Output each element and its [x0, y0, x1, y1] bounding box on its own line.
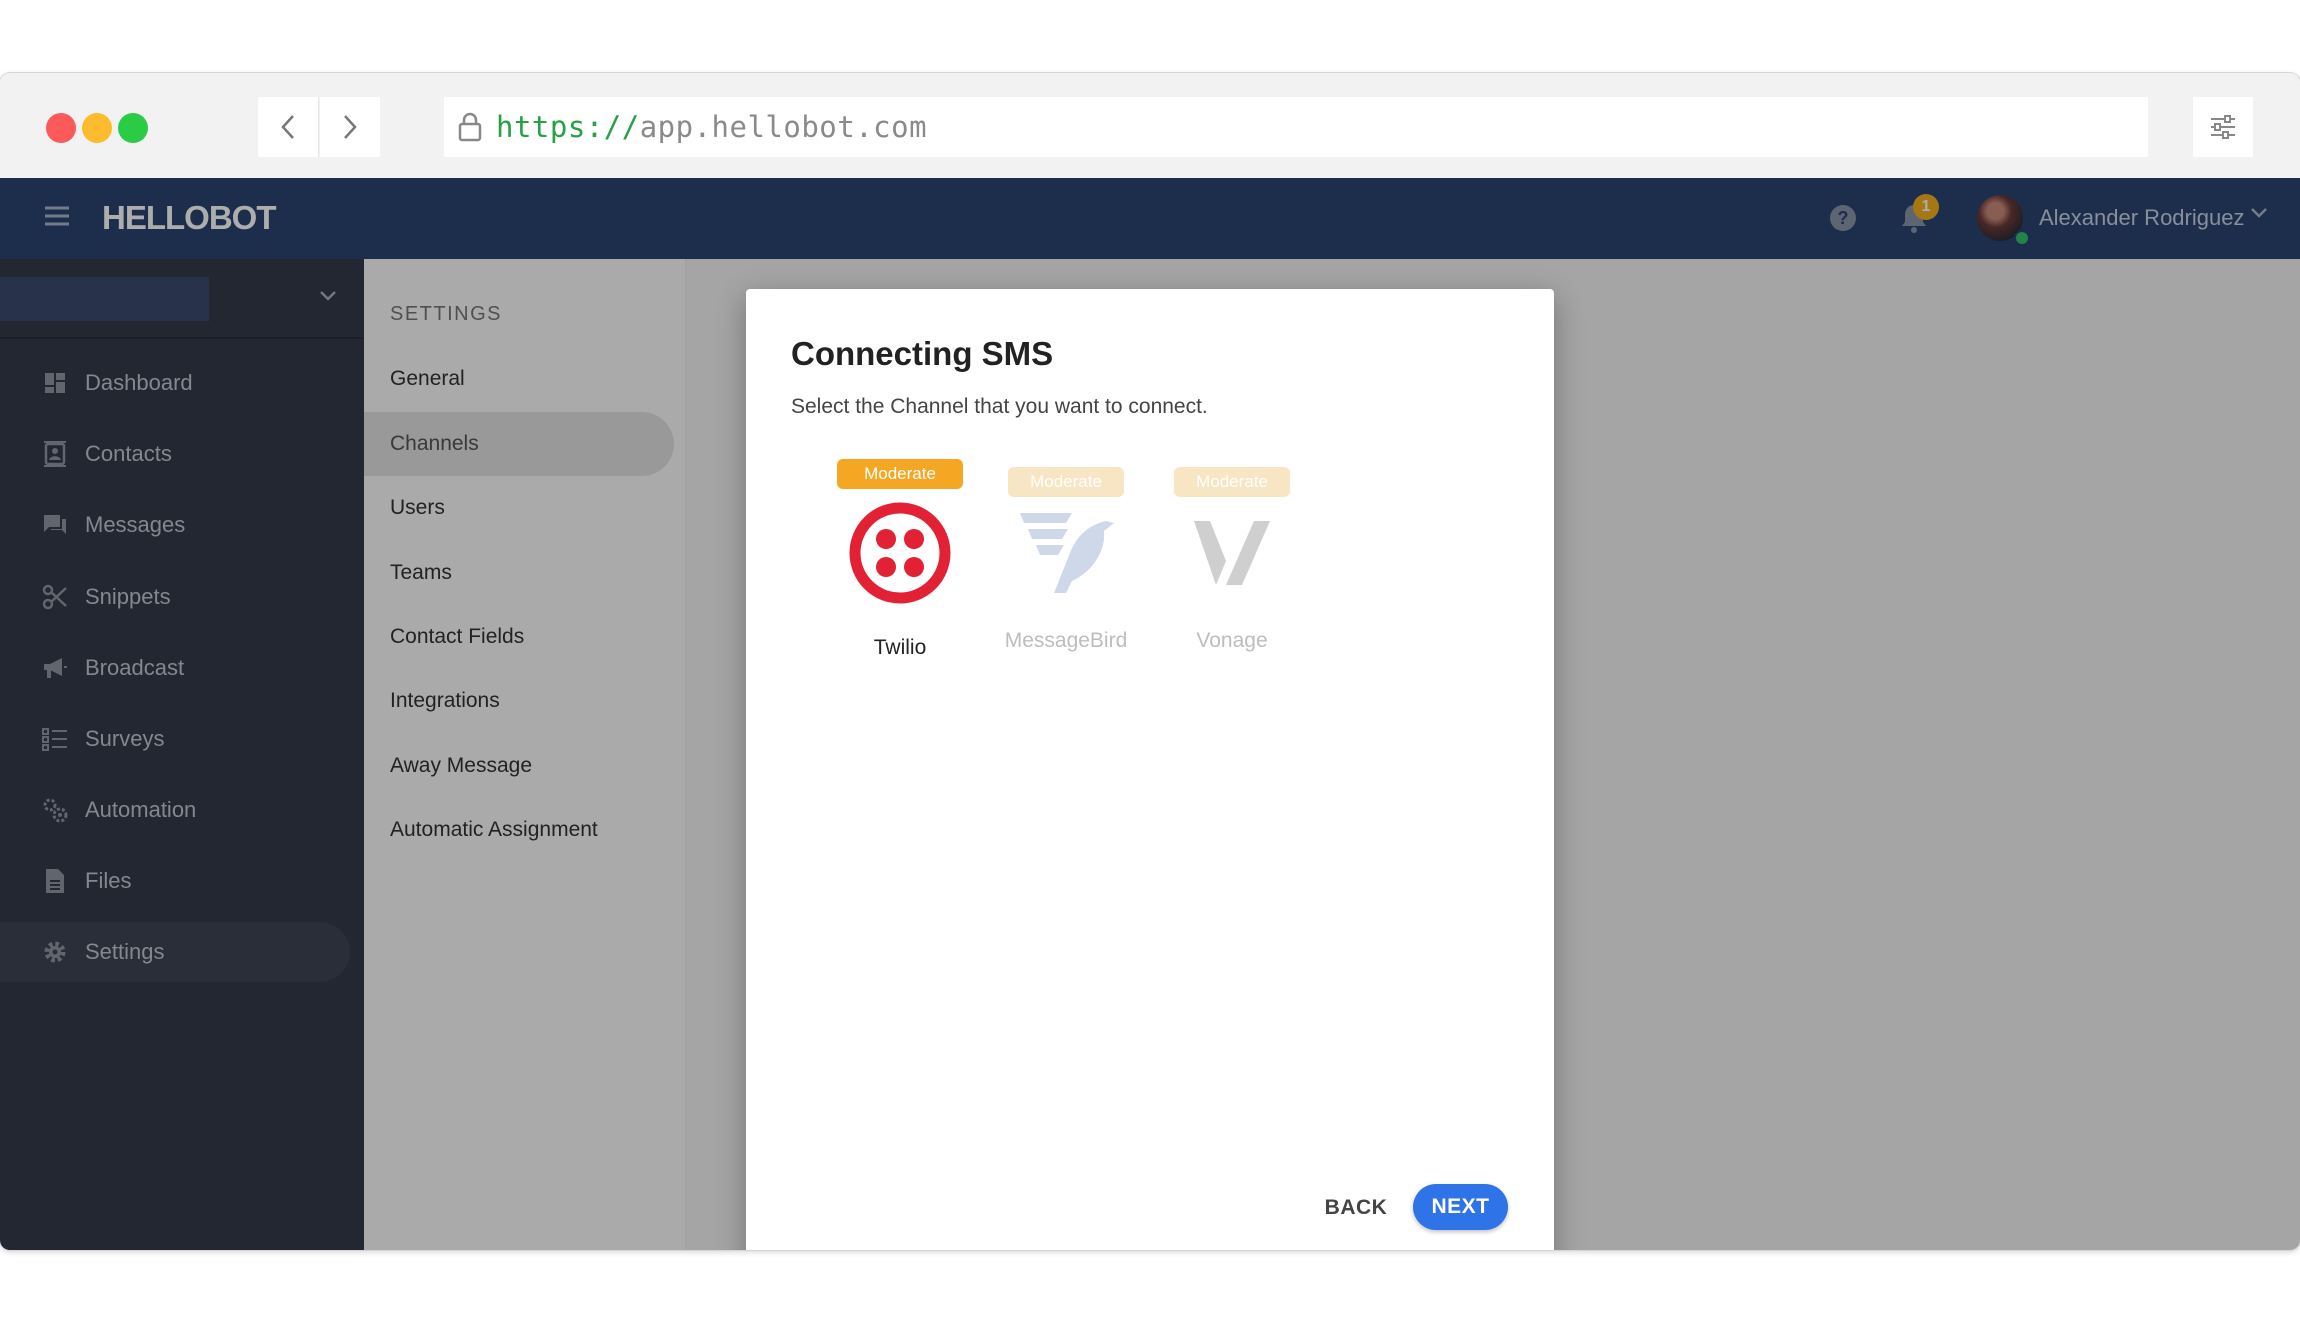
messagebird-logo-icon — [1014, 509, 1118, 600]
moderate-badge: Moderate — [1174, 467, 1290, 497]
app: HELLOBOT ? 1 Alexander Rodriguez Dashboa… — [0, 178, 2300, 1250]
moderate-badge: Moderate — [837, 459, 963, 489]
connect-sms-dialog: Connecting SMS Select the Channel that y… — [746, 289, 1554, 1250]
channel-option-twilio[interactable]: Moderate Twilio — [830, 459, 970, 669]
dialog-title: Connecting SMS — [791, 335, 1054, 372]
maximize-window-button[interactable] — [118, 113, 148, 143]
channel-option-messagebird[interactable]: Moderate MessageBird — [996, 459, 1136, 669]
moderate-badge: Moderate — [1008, 467, 1124, 497]
url-scheme: https:// — [496, 110, 640, 144]
dialog-subtitle: Select the Channel that you want to conn… — [791, 395, 1208, 418]
browser-toolbar: https://app.hellobot.com — [0, 73, 2300, 179]
browser-forward-button[interactable] — [320, 97, 380, 157]
vonage-logo-icon — [1192, 519, 1272, 594]
chevron-left-icon — [281, 115, 294, 139]
twilio-logo-icon — [848, 501, 952, 610]
channel-name: Twilio — [873, 636, 927, 659]
next-button[interactable]: NEXT — [1413, 1184, 1508, 1230]
close-window-button[interactable] — [46, 113, 76, 143]
browser-window: https://app.hellobot.com HELLOBOT ? 1 Al — [0, 73, 2300, 1250]
browser-back-button[interactable] — [258, 97, 319, 157]
sliders-icon — [2211, 115, 2235, 139]
minimize-window-button[interactable] — [82, 113, 112, 143]
browser-settings-button[interactable] — [2193, 97, 2253, 157]
address-bar[interactable]: https://app.hellobot.com — [444, 97, 2148, 157]
chevron-right-icon — [344, 115, 357, 139]
channel-option-vonage[interactable]: Moderate Vonage — [1162, 459, 1302, 669]
lock-icon — [456, 111, 484, 143]
channel-name: MessageBird — [1004, 629, 1128, 652]
url-host: app.hellobot.com — [639, 110, 928, 144]
back-button[interactable]: BACK — [1306, 1184, 1406, 1232]
channel-name: Vonage — [1196, 629, 1268, 652]
url-text: https://app.hellobot.com — [496, 110, 927, 144]
